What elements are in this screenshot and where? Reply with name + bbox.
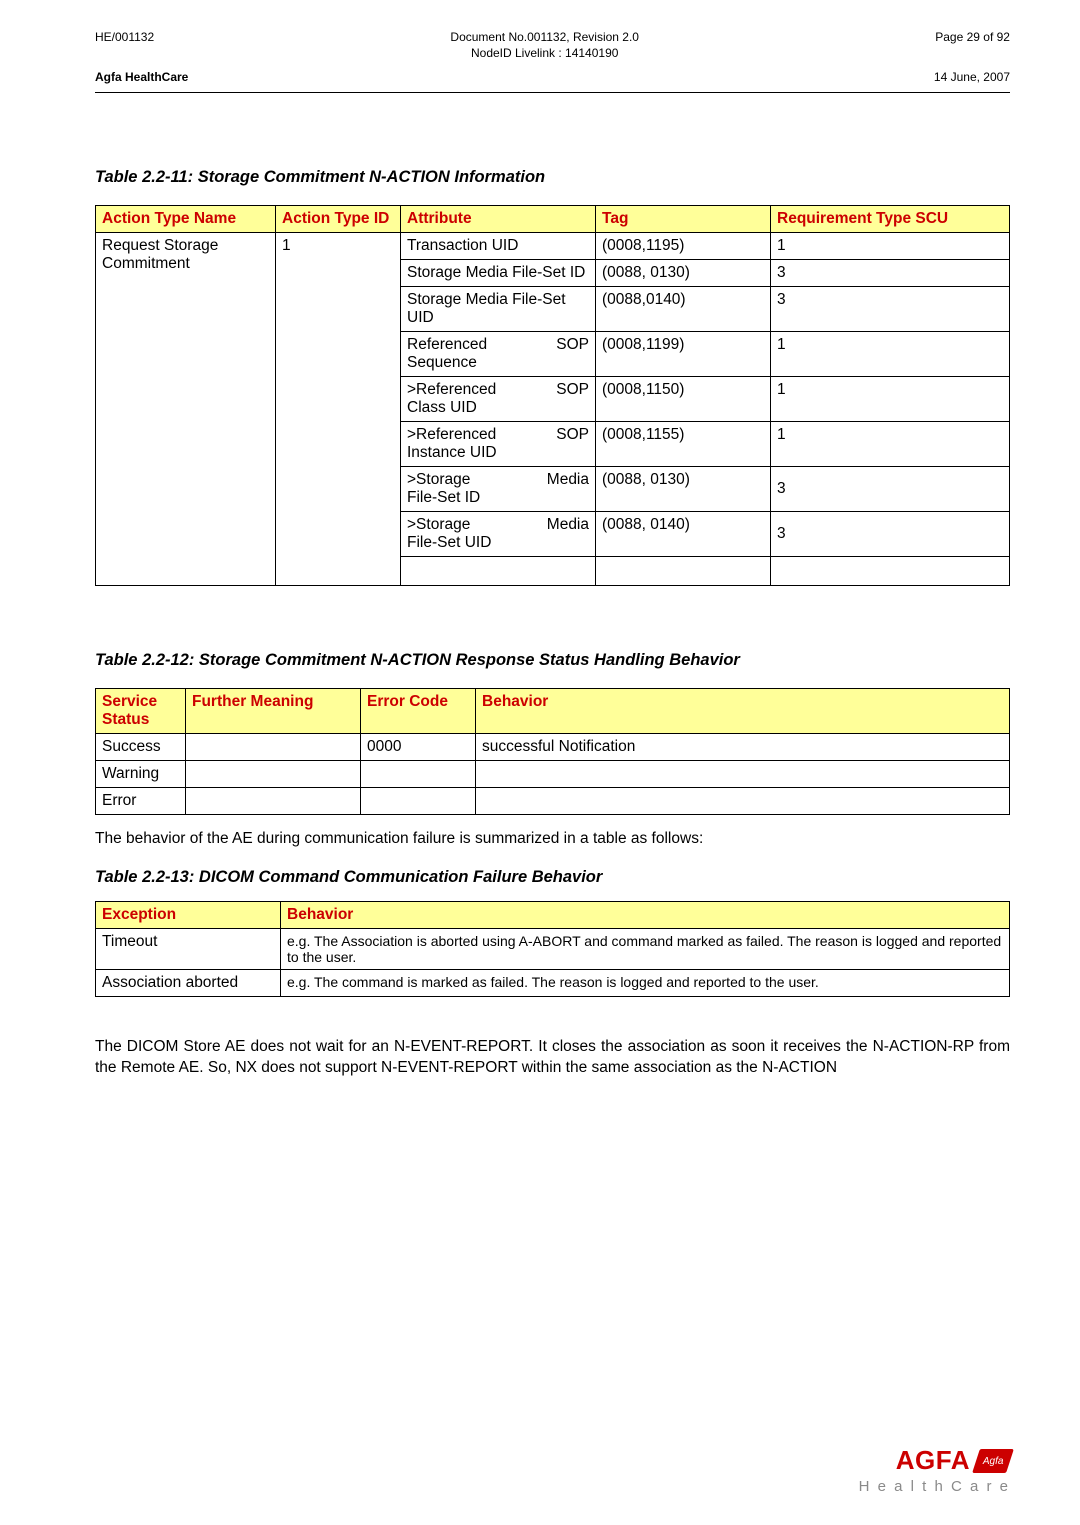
t2-fm <box>186 788 361 815</box>
t2-h3: Error Code <box>361 689 476 734</box>
t1-req: 3 <box>771 512 1010 557</box>
t1-attr: >ReferencedSOP Class UID <box>401 377 596 422</box>
t1-attr: >StorageMedia File-Set ID <box>401 467 596 512</box>
t1-tag: (0008,1155) <box>596 422 771 467</box>
empty-cell <box>596 557 771 586</box>
table-row: Action Type Name Action Type ID Attribut… <box>96 206 1010 233</box>
t3-h1: Exception <box>96 901 281 928</box>
t1-req: 3 <box>771 467 1010 512</box>
t3-ex: Association aborted <box>96 969 281 996</box>
t1-h5: Requirement Type SCU <box>771 206 1010 233</box>
t3-bh: e.g. The Association is aborted using A-… <box>281 928 1010 969</box>
t3-h2: Behavior <box>281 901 1010 928</box>
t3-ex: Timeout <box>96 928 281 969</box>
t2-code <box>361 761 476 788</box>
t2-status: Success <box>96 734 186 761</box>
t1-h1: Action Type Name <box>96 206 276 233</box>
table-row: Association aborted e.g. The command is … <box>96 969 1010 996</box>
t1-h2: Action Type ID <box>276 206 401 233</box>
table-3-caption: Table 2.2-13: DICOM Command Communicatio… <box>95 868 1010 887</box>
empty-cell <box>771 557 1010 586</box>
paragraph-2: The DICOM Store AE does not wait for an … <box>95 1037 1010 1079</box>
header-right-bottom: 14 June, 2007 <box>934 70 1010 84</box>
table-row: Error <box>96 788 1010 815</box>
t1-attr: >StorageMedia File-Set UID <box>401 512 596 557</box>
table-1-caption: Table 2.2-11: Storage Commitment N-ACTIO… <box>95 168 1010 187</box>
table-row: Service Status Further Meaning Error Cod… <box>96 689 1010 734</box>
t1-req: 3 <box>771 260 1010 287</box>
table-row: Request Storage Commitment 1 Transaction… <box>96 233 1010 260</box>
t1-req: 1 <box>771 332 1010 377</box>
t1-tag: (0008,1195) <box>596 233 771 260</box>
t1-tag: (0088,0140) <box>596 287 771 332</box>
logo-brand: AGFA <box>896 1445 970 1476</box>
t2-code <box>361 788 476 815</box>
t2-status: Warning <box>96 761 186 788</box>
header-right-top: Page 29 of 92 <box>935 30 1010 60</box>
logo-rhombus-icon: Agfa <box>972 1449 1014 1473</box>
t1-req: 1 <box>771 377 1010 422</box>
logo-sub: H e a l t h C a r e <box>859 1478 1010 1495</box>
t1-req: 1 <box>771 233 1010 260</box>
footer-logo: AGFA Agfa H e a l t h C a r e <box>859 1445 1010 1495</box>
paragraph-1: The behavior of the AE during communicat… <box>95 829 1010 850</box>
t1-tag: (0008,1199) <box>596 332 771 377</box>
empty-cell <box>401 557 596 586</box>
t2-h2: Further Meaning <box>186 689 361 734</box>
t2-h1: Service Status <box>96 689 186 734</box>
t2-fm <box>186 761 361 788</box>
table-row: Success 0000 successful Notification <box>96 734 1010 761</box>
t1-attr: ReferencedSOP Sequence <box>401 332 596 377</box>
t1-attr: Storage Media File-Set ID <box>401 260 596 287</box>
header-left-bottom: Agfa HealthCare <box>95 70 188 84</box>
header-divider <box>95 92 1010 93</box>
t1-tag: (0008,1150) <box>596 377 771 422</box>
table-2-caption: Table 2.2-12: Storage Commitment N-ACTIO… <box>95 651 1010 670</box>
t2-h4: Behavior <box>476 689 1010 734</box>
table-1: Action Type Name Action Type ID Attribut… <box>95 205 1010 586</box>
t1-req: 1 <box>771 422 1010 467</box>
t2-behavior <box>476 788 1010 815</box>
table-2: Service Status Further Meaning Error Cod… <box>95 688 1010 815</box>
t1-tag: (0088, 0130) <box>596 260 771 287</box>
header-center-2: NodeID Livelink : 14140190 <box>450 46 639 60</box>
table-3: Exception Behavior Timeout e.g. The Asso… <box>95 901 1010 997</box>
t1-attr: Storage Media File-Set UID <box>401 287 596 332</box>
t1-attr: >ReferencedSOP Instance UID <box>401 422 596 467</box>
t2-status: Error <box>96 788 186 815</box>
table-row: Warning <box>96 761 1010 788</box>
t3-bh: e.g. The command is marked as failed. Th… <box>281 969 1010 996</box>
t2-behavior <box>476 761 1010 788</box>
table-row: Timeout e.g. The Association is aborted … <box>96 928 1010 969</box>
header-left-top: HE/001132 <box>95 30 154 60</box>
t1-h4: Tag <box>596 206 771 233</box>
t1-attr: Transaction UID <box>401 233 596 260</box>
t1-tag: (0088, 0140) <box>596 512 771 557</box>
t1-req: 3 <box>771 287 1010 332</box>
t1-h3: Attribute <box>401 206 596 233</box>
t1-typeid: 1 <box>276 233 401 586</box>
header-center-1: Document No.001132, Revision 2.0 <box>450 30 639 44</box>
t2-code: 0000 <box>361 734 476 761</box>
t2-behavior: successful Notification <box>476 734 1010 761</box>
t1-name: Request Storage Commitment <box>96 233 276 586</box>
t2-fm <box>186 734 361 761</box>
t1-tag: (0088, 0130) <box>596 467 771 512</box>
table-row: Exception Behavior <box>96 901 1010 928</box>
